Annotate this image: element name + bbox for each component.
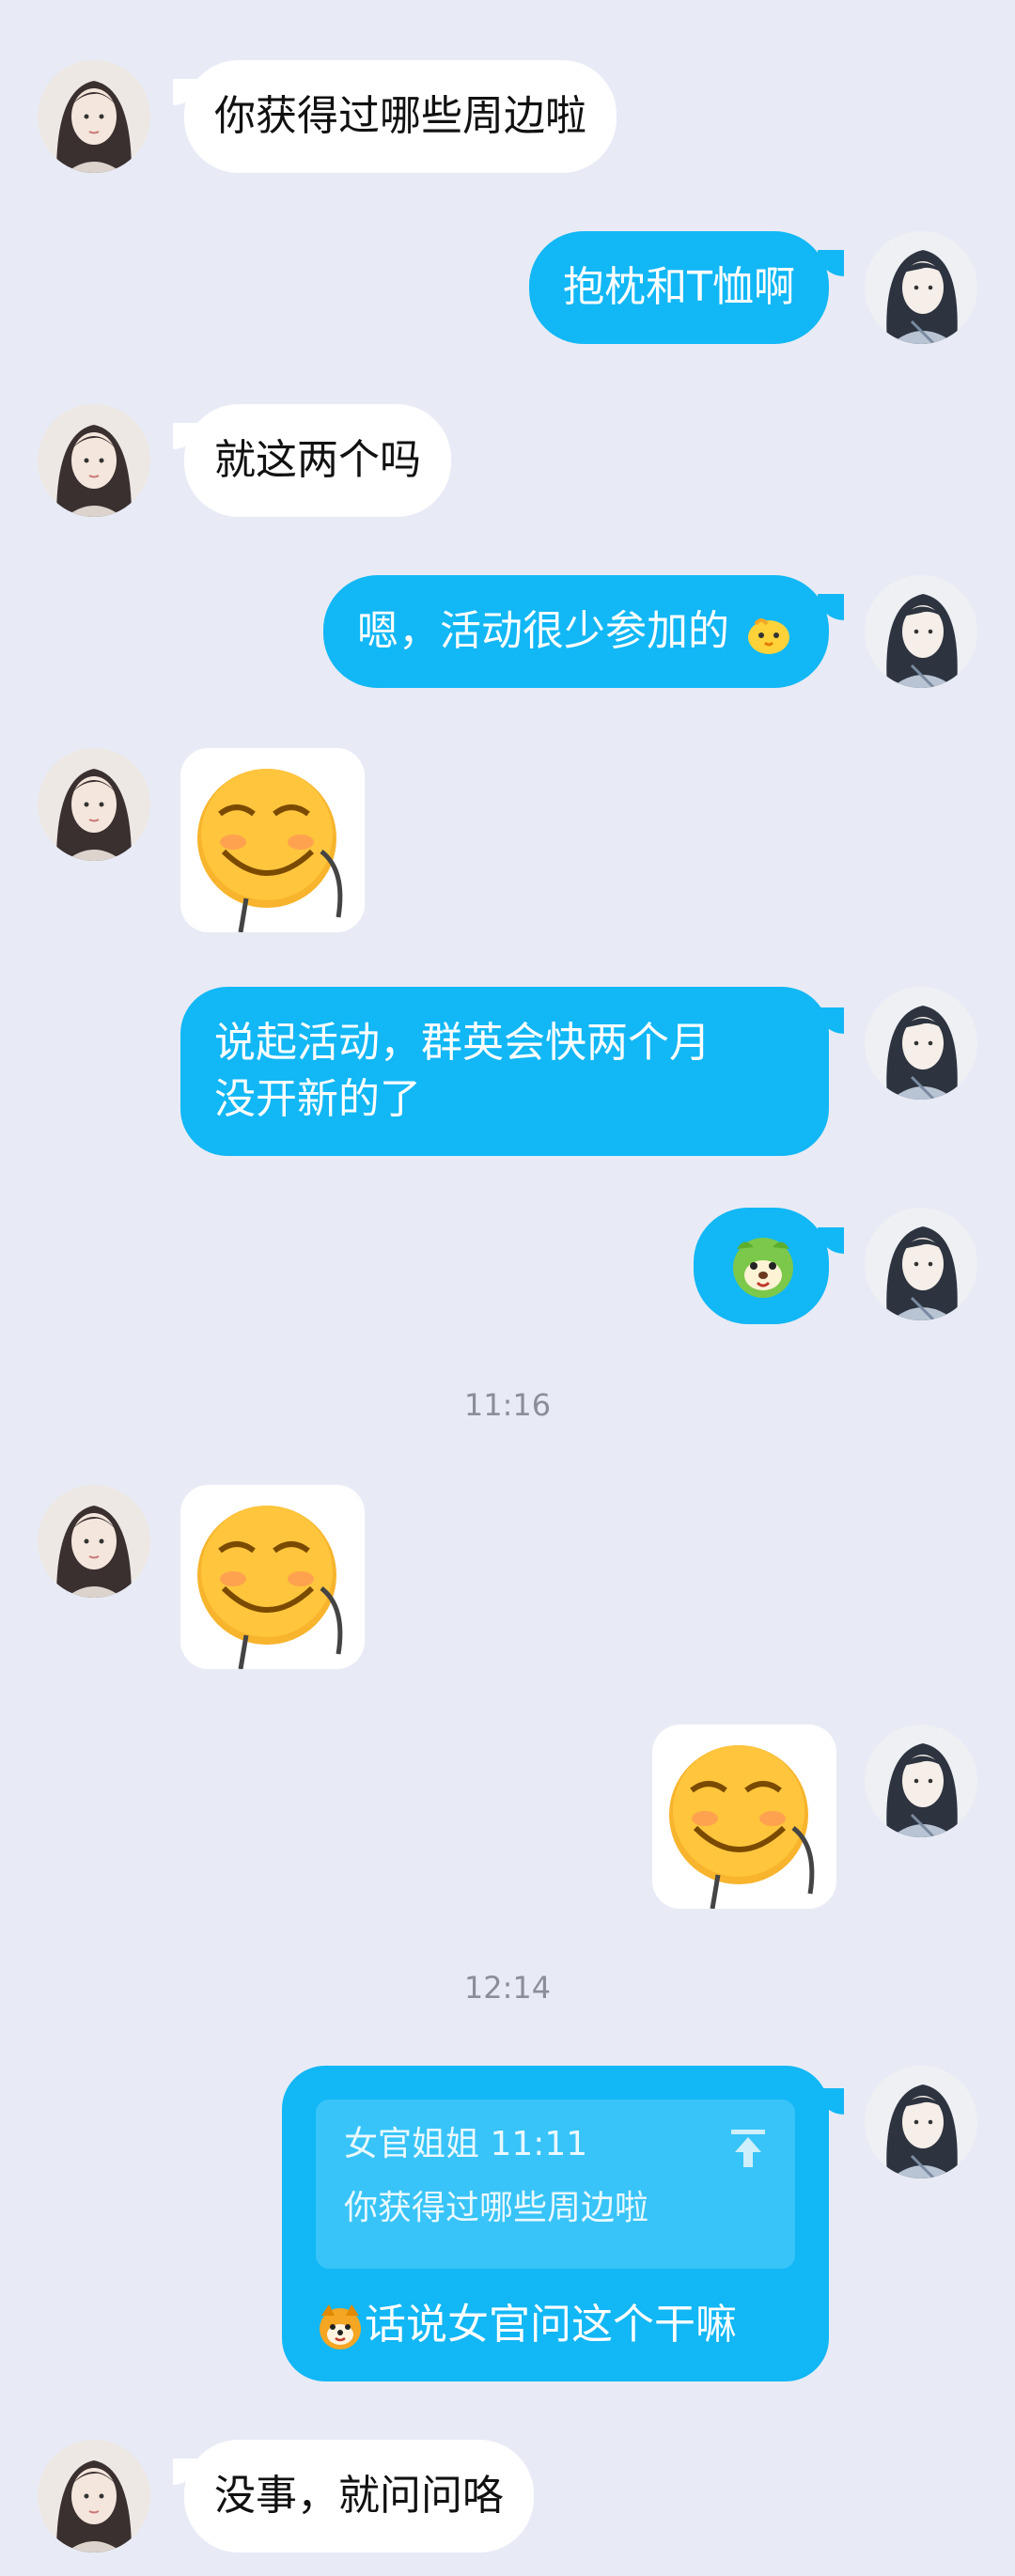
self-avatar[interactable] xyxy=(865,1208,977,1320)
smiling-face-sticker[interactable] xyxy=(180,1485,365,1669)
message-bubble-incoming[interactable]: 你获得过哪些周边啦 xyxy=(184,60,617,173)
message-text: 嗯，活动很少参加的 xyxy=(357,607,729,655)
self-avatar[interactable] xyxy=(865,575,977,688)
self-avatar[interactable] xyxy=(865,231,977,344)
shiba-dog-emoji-icon xyxy=(316,2303,365,2351)
message-text: 抱枕和T恤啊 xyxy=(563,263,795,311)
self-avatar[interactable] xyxy=(865,1725,977,1837)
message-bubble-outgoing[interactable]: 女官姐姐 11:11 你获得过哪些周边啦 话说女官问这个干嘛 xyxy=(282,2066,829,2381)
message-text-line: 没开新的了 xyxy=(214,1075,421,1123)
message-text: 话说女官问这个干嘛 xyxy=(365,2301,737,2349)
chick-emoji-icon xyxy=(742,607,795,660)
contact-avatar[interactable] xyxy=(38,60,150,173)
message-text: 没事，就问问咯 xyxy=(214,2472,504,2520)
contact-avatar[interactable] xyxy=(38,404,150,517)
quoted-message[interactable]: 女官姐姐 11:11 你获得过哪些周边啦 xyxy=(316,2100,795,2269)
message-bubble-incoming[interactable]: 没事，就问问咯 xyxy=(184,2440,534,2553)
message-text-row: 话说女官问这个干嘛 xyxy=(316,2297,737,2353)
smiling-face-sticker[interactable] xyxy=(652,1725,836,1909)
message-text-line: 说起活动，群英会快两个月 xyxy=(214,1019,710,1067)
contact-avatar[interactable] xyxy=(38,748,150,861)
quote-author: 女官姐姐 11:11 xyxy=(344,2125,588,2163)
self-avatar[interactable] xyxy=(865,2066,977,2178)
message-bubble-incoming[interactable]: 就这两个吗 xyxy=(184,404,451,517)
message-bubble-outgoing[interactable]: 抱枕和T恤啊 xyxy=(529,231,829,344)
message-bubble-outgoing[interactable] xyxy=(694,1208,829,1324)
message-text: 就这两个吗 xyxy=(214,436,421,484)
quote-text: 你获得过哪些周边啦 xyxy=(344,2189,649,2227)
green-puppy-emoji-icon xyxy=(727,1230,799,1302)
jump-to-quote-icon[interactable] xyxy=(729,2128,767,2169)
message-bubble-outgoing[interactable]: 说起活动，群英会快两个月 没开新的了 xyxy=(180,987,829,1156)
self-avatar[interactable] xyxy=(865,987,977,1100)
contact-avatar[interactable] xyxy=(38,1485,150,1598)
smiling-face-sticker[interactable] xyxy=(180,748,365,932)
timestamp: 11:16 xyxy=(463,1387,552,1423)
message-text: 你获得过哪些周边啦 xyxy=(214,92,586,140)
contact-avatar[interactable] xyxy=(38,2440,150,2553)
message-bubble-outgoing[interactable]: 嗯，活动很少参加的 xyxy=(323,575,829,688)
timestamp: 12:14 xyxy=(463,1970,552,2006)
